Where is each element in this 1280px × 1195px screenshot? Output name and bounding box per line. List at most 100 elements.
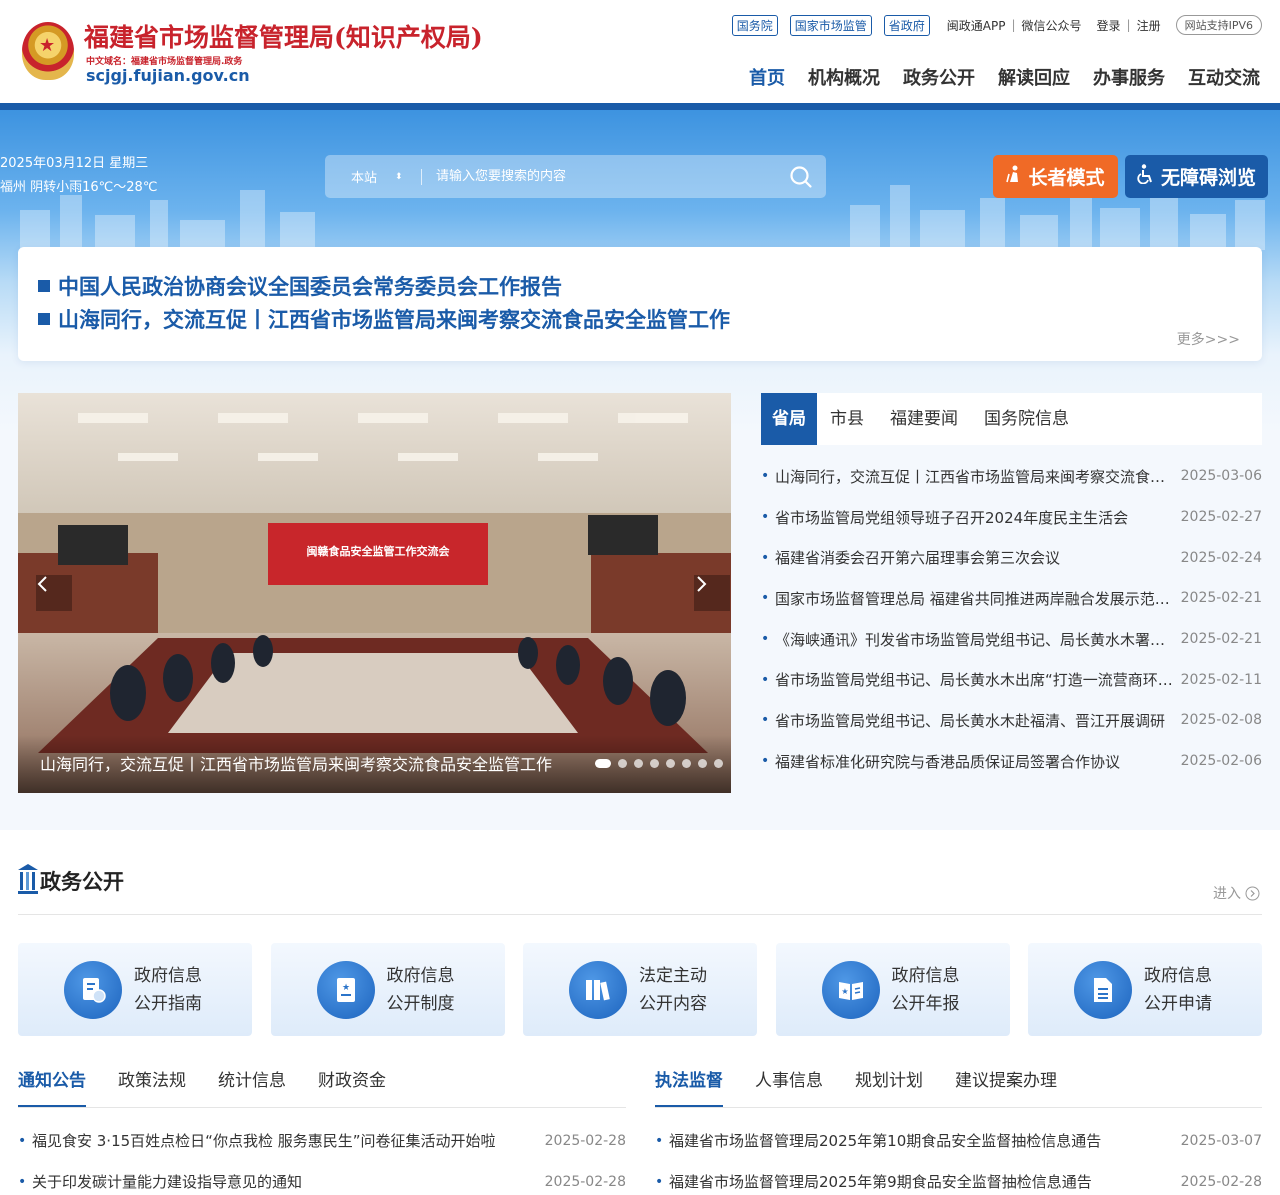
carousel-dot[interactable] <box>714 759 723 768</box>
dot-bullet-icon: • <box>761 753 770 770</box>
link-state-council[interactable]: 国务院 <box>731 14 778 36</box>
list-item-title: 福建省市场监督管理局2025年第10期食品安全监督抽检信息通告 <box>669 1132 1102 1150</box>
tab-provincial[interactable]: 省局 <box>761 393 817 445</box>
card-line1: 法定主动 <box>639 965 707 986</box>
nav-interaction[interactable]: 互动交流 <box>1188 64 1260 90</box>
headline-item[interactable]: 中国人民政治协商会议全国委员会常务委员会工作报告 <box>38 271 562 301</box>
svg-text:★: ★ <box>341 983 349 993</box>
accessibility-button[interactable]: 无障碍浏览 <box>1125 155 1268 198</box>
search-button[interactable] <box>776 155 826 198</box>
tabs-divider <box>18 1107 626 1108</box>
elder-mode-button[interactable]: 长者模式 <box>993 155 1118 198</box>
news-item[interactable]: • 福建省标准化研究院与香港品质保证局签署合作协议 2025-02-06 <box>761 741 1262 782</box>
dot-bullet-icon: • <box>18 1173 27 1190</box>
carousel-dot[interactable] <box>666 759 675 768</box>
news-item[interactable]: • 省市场监管局党组书记、局长黄水木出席“打造一流营商环境”活动 2025-02-1… <box>761 659 1262 700</box>
tab-policies[interactable]: 政策法规 <box>118 1066 186 1108</box>
nav-gov-affairs[interactable]: 政务公开 <box>903 64 975 90</box>
dot-bullet-icon: • <box>655 1132 664 1149</box>
nav-home[interactable]: 首页 <box>749 64 785 90</box>
link-samr[interactable]: 国家市场监管 <box>789 14 872 36</box>
tab-city-county[interactable]: 市县 <box>817 393 877 445</box>
photo-carousel[interactable]: 闽赣食品安全监管工作交流会 山海同行，交流互促丨江西省市场监管局来闽考察交流食品… <box>18 393 731 793</box>
news-date: 2025-02-08 <box>1180 712 1262 729</box>
more-link[interactable]: 更多>>> <box>1177 329 1240 349</box>
card-application[interactable]: 政府信息 公开申请 <box>1028 943 1262 1036</box>
main-nav: 首页 机构概况 政务公开 解读回应 办事服务 互动交流 <box>726 64 1260 90</box>
nav-organization[interactable]: 机构概况 <box>808 64 880 90</box>
card-disclosure-system[interactable]: ★ 政府信息 公开制度 <box>270 943 505 1036</box>
carousel-next-button[interactable] <box>694 575 730 611</box>
nav-services[interactable]: 办事服务 <box>1093 64 1165 90</box>
dot-bullet-icon: • <box>761 590 770 607</box>
news-item[interactable]: • 山海同行，交流互促丨江西省市场监管局来闽考察交流食品安全监管工作2025-03… <box>761 456 1262 497</box>
elder-icon <box>1006 165 1022 188</box>
card-line2: 公开申请 <box>1144 993 1212 1014</box>
accessibility-label: 无障碍浏览 <box>1160 167 1256 189</box>
tab-statistics[interactable]: 统计信息 <box>218 1066 286 1108</box>
national-emblem-logo[interactable] <box>22 22 74 80</box>
tab-finance[interactable]: 财政资金 <box>318 1066 386 1108</box>
search-input[interactable] <box>436 169 776 184</box>
register-link[interactable]: 注册 <box>1137 17 1161 34</box>
news-title: 省市场监管局党组书记、局长黄水木赴福清、晋江开展调研 <box>775 711 1166 730</box>
circle-arrow-right-icon <box>1245 886 1260 900</box>
carousel-dot[interactable] <box>595 759 611 768</box>
headline-item[interactable]: 山海同行，交流互促丨江西省市场监管局来闽考察交流食品安全监管工作 <box>38 304 730 334</box>
news-date: 2025-02-24 <box>1180 549 1262 566</box>
link-app[interactable]: 闽政通APP <box>947 17 1006 34</box>
carousel-dot[interactable] <box>698 759 707 768</box>
card-statutory-content[interactable]: 法定主动 公开内容 <box>523 943 757 1036</box>
news-title: 《海峡通讯》刊发省市场监管局党组书记、局长黄水木署名文章 <box>775 630 1181 649</box>
list-item-title: 福见食安 3·15百姓点检日“你点我检 服务惠民生”问卷征集活动开始啦 <box>32 1132 496 1150</box>
list-item[interactable]: • 福见食安 3·15百姓点检日“你点我检 服务惠民生”问卷征集活动开始啦 2025… <box>18 1120 626 1161</box>
list-item-date: 2025-02-28 <box>544 1132 626 1149</box>
tab-planning[interactable]: 规划计划 <box>855 1066 923 1108</box>
list-item[interactable]: • 福建省市场监督管理局2025年第9期食品安全监督抽检信息通告 2025-02-2… <box>655 1161 1262 1195</box>
carousel-dot[interactable] <box>682 759 691 768</box>
tab-enforcement[interactable]: 执法监督 <box>655 1066 723 1108</box>
news-item[interactable]: • 《海峡通讯》刊发省市场监管局党组书记、局长黄水木署名文章 2025-02-21 <box>761 619 1262 660</box>
link-provincial-gov[interactable]: 省政府 <box>883 14 930 36</box>
enforcement-tabs: 执法监督 人事信息 规划计划 建议提案办理 <box>655 1066 1089 1108</box>
chevron-left-icon <box>37 576 47 592</box>
list-item-date: 2025-02-28 <box>1180 1173 1262 1190</box>
card-line2: 公开内容 <box>639 993 707 1014</box>
weather-text: 福州 阴转小雨16℃～28℃ <box>0 180 158 195</box>
separator: | <box>1126 18 1131 32</box>
card-line1: 政府信息 <box>891 965 960 986</box>
carousel-prev-button[interactable] <box>36 575 72 611</box>
list-item-title: 福建省市场监督管理局2025年第9期食品安全监督抽检信息通告 <box>669 1173 1092 1191</box>
carousel-dot[interactable] <box>650 759 659 768</box>
updown-arrow-icon: ⬍ <box>395 171 403 182</box>
carousel-dot[interactable] <box>618 759 627 768</box>
news-item[interactable]: • 省市场监管局党组领导班子召开2024年度民主生活会 2025-02-27 <box>761 497 1262 538</box>
carousel-dot[interactable] <box>634 759 643 768</box>
carousel-caption-text[interactable]: 山海同行，交流互促丨江西省市场监管局来闽考察交流食品安全监管工作 <box>40 751 552 775</box>
dot-bullet-icon: • <box>761 671 770 688</box>
news-item[interactable]: • 省市场监管局党组书记、局长黄水木赴福清、晋江开展调研 2025-02-08 <box>761 700 1262 741</box>
tab-personnel[interactable]: 人事信息 <box>755 1066 823 1108</box>
news-item[interactable]: • 国家市场监督管理总局 福建省共同推进两岸融合发展示范区建设 2025-02-21 <box>761 578 1262 619</box>
site-name[interactable]: 福建省市场监督管理局(知识产权局) <box>84 18 483 54</box>
link-wechat[interactable]: 微信公众号 <box>1022 17 1082 34</box>
tab-proposals[interactable]: 建议提案办理 <box>955 1066 1057 1108</box>
card-annual-report[interactable]: ★ 政府信息 公开年报 <box>775 943 1010 1036</box>
dot-bullet-icon: • <box>761 712 770 729</box>
search-scope-select[interactable]: 本站 ⬍ <box>325 167 421 186</box>
login-link[interactable]: 登录 <box>1097 17 1121 34</box>
tab-state-council-info[interactable]: 国务院信息 <box>971 393 1082 445</box>
nav-interpretation[interactable]: 解读回应 <box>998 64 1070 90</box>
tab-notices[interactable]: 通知公告 <box>18 1066 86 1108</box>
tab-fujian-news[interactable]: 福建要闻 <box>877 393 971 445</box>
list-item[interactable]: • 福建省市场监督管理局2025年第10期食品安全监督抽检信息通告 2025-03-… <box>655 1120 1262 1161</box>
list-item[interactable]: • 关于印发碳计量能力建设指导意见的通知 2025-02-28 <box>18 1161 626 1195</box>
news-item[interactable]: • 福建省消委会召开第六届理事会第三次会议 2025-02-24 <box>761 537 1262 578</box>
card-disclosure-guide[interactable]: 政府信息 公开指南 <box>18 943 252 1036</box>
books-icon <box>569 960 627 1019</box>
list-item-title: 关于印发碳计量能力建设指导意见的通知 <box>32 1173 303 1191</box>
news-date: 2025-02-21 <box>1180 590 1262 607</box>
wheelchair-icon <box>1137 164 1155 189</box>
enter-link[interactable]: 进入 <box>1213 883 1260 903</box>
dot-bullet-icon: • <box>761 631 770 648</box>
